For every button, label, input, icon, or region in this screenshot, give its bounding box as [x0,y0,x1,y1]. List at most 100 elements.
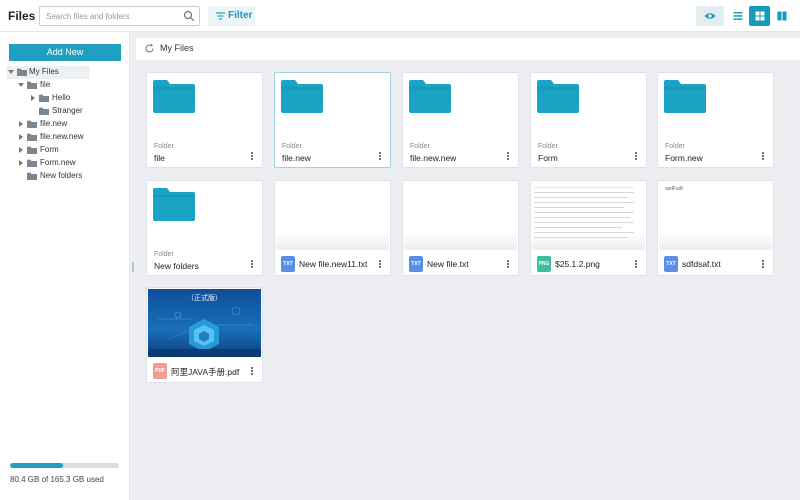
more-options-icon[interactable] [504,151,512,163]
tree-item-my-files[interactable]: My Files [6,66,90,79]
breadcrumb-item-my-files[interactable]: My Files [160,43,194,53]
folder-card[interactable]: Folder file.new [274,72,391,168]
caret-right-icon[interactable] [18,121,24,127]
file-card[interactable]: asdFsdf TXT sdfdsaf.txt [657,180,774,276]
tree-item-file[interactable]: file [16,79,116,92]
file-card[interactable]: PNG $25.1.2.png [530,180,647,276]
pdf-cover-thumbnail: （正式版） [148,289,261,357]
more-options-icon[interactable] [376,259,384,271]
grid-view-button[interactable] [749,6,770,26]
item-kind-label: Folder [282,143,302,150]
more-options-icon[interactable] [248,151,256,163]
filter-label: Filter [228,10,253,21]
grid-view-icon [755,11,764,21]
more-options-icon[interactable] [632,151,640,163]
breadcrumb: My Files [136,38,800,60]
item-name: file [154,153,165,163]
tree-item-label: file [40,80,51,89]
item-name: file.new [282,153,311,163]
tree-item-hello[interactable]: Hello [28,92,128,105]
file-card[interactable]: TXT New file.new11.txt [274,180,391,276]
more-options-icon[interactable] [759,259,767,271]
tree-item-file-new[interactable]: file.new [16,118,116,131]
tree-item-form[interactable]: Form [16,144,116,157]
folder-card[interactable]: Folder New folders [146,180,263,276]
top-bar: Files Filter [0,0,800,32]
item-kind-label: Folder [154,251,174,258]
storage-progress-fill [10,463,63,468]
folder-icon [664,80,706,113]
caret-right-icon[interactable] [18,160,24,166]
caret-right-icon[interactable] [18,134,24,140]
more-options-icon[interactable] [248,259,256,271]
item-kind-label: Folder [665,143,685,150]
item-name: New folders [154,261,199,271]
search-box[interactable] [39,6,200,26]
folder-icon [27,133,37,141]
tree-item-label: Form [40,145,59,154]
caret-down-icon[interactable] [18,82,24,88]
file-card[interactable]: TXT New file.txt [402,180,519,276]
folder-card[interactable]: Folder file.new.new [402,72,519,168]
split-view-button[interactable] [771,6,792,26]
folder-icon [17,68,27,76]
filter-button[interactable]: Filter [208,6,255,26]
file-card[interactable]: （正式版） PDF 阿里JAVA手册.pdf [146,287,263,383]
folder-icon [27,81,37,89]
txt-file-icon: TXT [281,256,295,272]
item-name: New file.txt [427,259,469,269]
storage-progress-bar [10,463,119,468]
folder-card[interactable]: Folder Form [530,72,647,168]
item-name: Form.new [665,153,703,163]
storage-usage-text: 80.4 GB of 165.3 GB used [10,475,104,484]
search-input[interactable] [40,7,180,25]
more-options-icon[interactable] [759,151,767,163]
more-options-icon[interactable] [248,366,256,378]
preview-text: asdFsdf [665,186,683,192]
file-preview [276,182,389,250]
tree-item-form-new[interactable]: Form.new [16,157,116,170]
drag-grip-icon [132,262,134,272]
add-new-button[interactable]: Add New [9,44,121,61]
more-options-icon[interactable] [632,259,640,271]
filter-icon [216,12,225,20]
more-options-icon[interactable] [376,151,384,163]
image-preview-thumbnail [532,182,645,250]
tree-item-label: New folders [40,171,83,180]
caret-right-icon[interactable] [18,147,24,153]
folder-card[interactable]: Folder Form.new [657,72,774,168]
txt-file-icon: TXT [409,256,423,272]
item-name: $25.1.2.png [555,259,600,269]
item-name: sdfdsaf.txt [682,259,721,269]
item-name: file.new.new [410,153,457,163]
list-view-button[interactable] [727,6,748,26]
tree-item-label: My Files [29,67,59,76]
item-kind-label: Folder [154,143,174,150]
eye-icon [704,13,716,19]
file-preview [404,182,517,250]
tree-item-stranger[interactable]: Stranger [28,105,128,118]
refresh-icon[interactable] [144,43,155,54]
tree-item-label: file.new.new [40,132,84,141]
folder-icon [39,107,49,115]
list-view-icon [733,12,742,20]
tree-item-file-new-new[interactable]: file.new.new [16,131,116,144]
tree-item-label: Form.new [40,158,76,167]
folder-icon [27,159,37,167]
item-kind-label: Folder [410,143,430,150]
png-file-icon: PNG [537,256,551,272]
pdf-file-icon: PDF [153,363,167,379]
caret-right-icon[interactable] [30,95,36,101]
tree-item-label: Hello [52,93,71,102]
tree-item-new-folders[interactable]: New folders [16,170,116,183]
more-options-icon[interactable] [504,259,512,271]
app-title: Files [8,9,36,23]
file-preview: asdFsdf [659,182,772,250]
preview-toggle-button[interactable] [696,6,724,26]
tree-item-label: Stranger [52,106,83,115]
folder-icon [537,80,579,113]
folder-icon [27,120,37,128]
caret-down-icon[interactable] [8,69,14,75]
search-icon[interactable] [183,10,195,22]
folder-card[interactable]: Folder file [146,72,263,168]
